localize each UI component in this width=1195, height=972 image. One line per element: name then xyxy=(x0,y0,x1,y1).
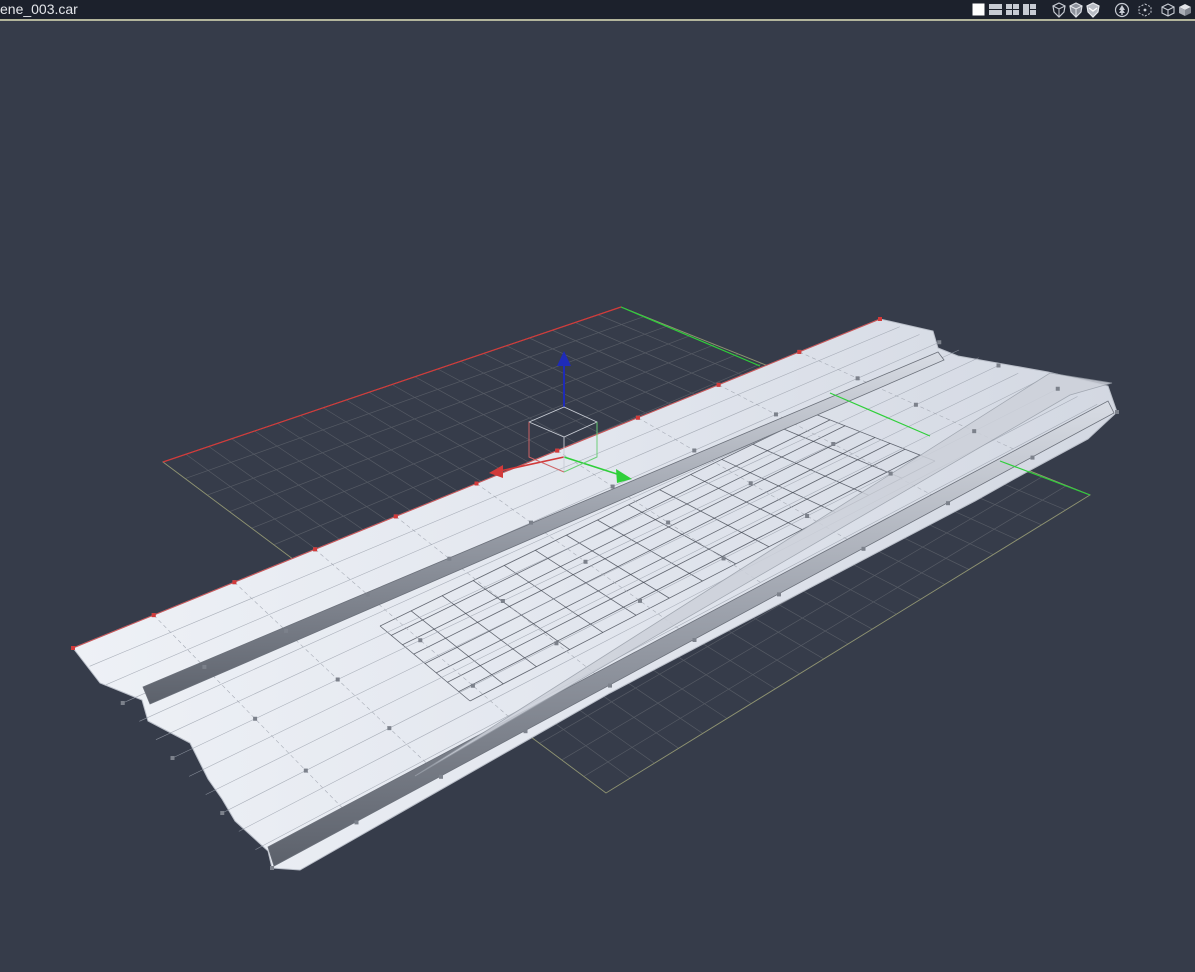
mesh-vertex xyxy=(773,412,778,417)
mesh-vertex xyxy=(748,481,753,486)
mesh-vertex xyxy=(972,429,977,434)
mesh-vertex xyxy=(220,811,225,815)
single-view-icon[interactable] xyxy=(970,1,987,18)
four-view-icon[interactable] xyxy=(1004,1,1021,18)
mesh-vertex xyxy=(692,448,697,453)
y-axis-line xyxy=(620,306,761,367)
mesh-vertex xyxy=(170,756,175,760)
gizmo-z-arrow-icon[interactable] xyxy=(557,351,571,366)
mesh-vertex xyxy=(913,402,918,407)
wireframe-shield-icon[interactable] xyxy=(1050,1,1067,18)
mesh-vertex xyxy=(777,592,781,597)
mesh-vertex xyxy=(861,546,866,551)
x-axis-line xyxy=(162,306,622,463)
wire-cube-icon[interactable] xyxy=(1159,1,1176,18)
viewport-window: ene_003.car xyxy=(0,0,1195,972)
mesh-vertex xyxy=(418,638,423,643)
mesh-vertex xyxy=(721,556,726,561)
mesh-vertex xyxy=(1030,455,1035,460)
mesh-vertex xyxy=(692,638,697,642)
mesh-vertex xyxy=(831,442,836,446)
file-title: ene_003.car xyxy=(0,1,78,17)
title-bar: ene_003.car xyxy=(0,0,1195,21)
mesh-vertex xyxy=(120,701,125,705)
mesh-vertex xyxy=(439,774,443,779)
road-mesh[interactable] xyxy=(71,317,1119,871)
two-row-view-icon[interactable] xyxy=(987,1,1004,18)
mesh-vertex xyxy=(303,768,308,773)
mesh-vertex xyxy=(610,484,615,489)
three-view-icon[interactable] xyxy=(1021,1,1038,18)
mesh-vertex xyxy=(523,729,528,734)
mesh-vertex xyxy=(946,501,950,506)
mesh-vertex xyxy=(554,641,559,646)
mesh-vertex xyxy=(202,664,207,669)
mesh-vertex xyxy=(1115,410,1119,414)
mesh-vertex xyxy=(335,677,340,682)
mesh-vertex xyxy=(365,592,370,597)
mesh-vertex xyxy=(470,683,475,688)
mesh-vertex xyxy=(608,683,612,688)
tree-icon[interactable] xyxy=(1113,1,1130,18)
mesh-vertex xyxy=(1055,386,1060,391)
selection-cube-icon[interactable] xyxy=(1136,1,1153,18)
smooth-shield-icon[interactable] xyxy=(1084,1,1101,18)
mesh-vertex xyxy=(805,514,810,519)
solid-cube-icon[interactable] xyxy=(1176,1,1193,18)
mesh-vertex xyxy=(284,628,289,633)
mesh-vertex xyxy=(855,376,860,381)
viewport-toolbar xyxy=(970,1,1193,18)
mesh-vertex xyxy=(996,363,1001,368)
mesh-vertex xyxy=(529,520,533,525)
mesh-vertex xyxy=(666,520,671,525)
3d-viewport[interactable] xyxy=(0,21,1195,972)
mesh-vertex xyxy=(888,471,893,476)
mesh-vertex xyxy=(583,559,588,564)
mesh-vertex xyxy=(500,599,505,603)
mesh-vertex xyxy=(354,820,359,825)
mesh-vertex xyxy=(270,866,274,870)
flat-shield-icon[interactable] xyxy=(1067,1,1084,18)
scene-canvas[interactable] xyxy=(0,21,1195,972)
mesh-vertex xyxy=(937,340,942,345)
mesh-vertex xyxy=(638,598,642,603)
mesh-vertex xyxy=(387,726,392,731)
mesh-vertex xyxy=(253,716,258,721)
mesh-vertex xyxy=(447,556,452,561)
